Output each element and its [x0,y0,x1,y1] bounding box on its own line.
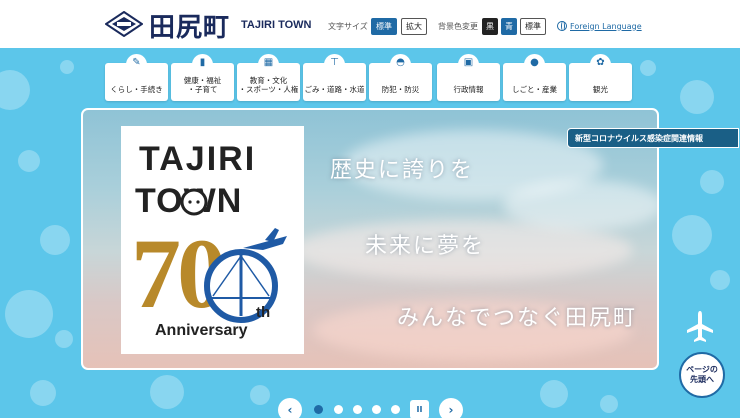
pencil-icon: ✎ [132,57,141,68]
slogan-line-3: みんなでつなぐ田尻町 [397,306,638,331]
nav-item-safety[interactable]: ◓ 防犯・防災 [369,54,432,101]
slogan-line-2: 未来に夢を [365,234,486,259]
font-size-standard-button[interactable]: 標準 [371,18,397,35]
slider-dot-2[interactable] [334,405,343,414]
color-black-button[interactable]: 黒 [482,18,498,35]
nav-item-label: 防犯・防災 [381,85,420,95]
site-header: 田尻町 TAJIRI TOWN 文字サイズ 標準 拡大 背景色変更 黒 青 標準… [0,0,740,48]
town-emblem-icon[interactable] [105,11,143,37]
apple-icon: ● [530,57,539,68]
logo-th-text: th [256,304,271,321]
helmet-icon: ◓ [396,57,405,68]
globe-icon [557,21,567,31]
slider-prev-button[interactable]: ‹ [278,398,302,418]
nav-item-label: 観光 [593,85,608,95]
covid-info-link[interactable]: 新型コロナウイルス感染症関連情報 [567,128,739,148]
site-logo-english[interactable]: TAJIRI TOWN [241,19,311,31]
nav-item-health[interactable]: ▮ 健康・福祉 ・子育て [171,54,234,101]
nav-item-tourism[interactable]: ✿ 観光 [569,54,632,101]
nav-item-label: 教育・文化 ・スポーツ・人権 [238,75,299,95]
mascot-face-icon [180,188,208,216]
nav-item-living[interactable]: ✎ くらし・手続き [105,54,168,101]
nav-item-label: しごと・産業 [512,85,557,95]
faucet-icon: ⊤ [330,57,339,68]
nav-item-industry[interactable]: ● しごと・産業 [503,54,566,101]
back-to-top-button[interactable]: ページの 先頭へ [679,352,725,398]
color-blue-button[interactable]: 青 [501,18,517,35]
font-size-large-button[interactable]: 拡大 [401,18,427,35]
slogan-line-1: 歴史に誇りを [330,158,475,183]
color-change-label: 背景色変更 [438,22,478,31]
bottle-icon: ▮ [199,57,206,68]
slider-dot-5[interactable] [391,405,400,414]
flower-icon: ✿ [596,57,605,68]
slider-next-button[interactable]: › [439,398,463,418]
color-standard-button[interactable]: 標準 [520,18,546,35]
nav-item-administration[interactable]: ▣ 行政情報 [437,54,500,101]
school-icon: ▦ [263,57,274,68]
nav-item-label: 行政情報 [453,85,484,95]
slider-pause-button[interactable]: II [410,400,429,418]
logo-tajiri-text: TAJIRI [139,140,257,178]
nav-item-label: くらし・手続き [110,85,163,95]
nav-item-infrastructure[interactable]: ⊤ ごみ・道路・水道 [303,54,366,101]
nav-item-education[interactable]: ▦ 教育・文化 ・スポーツ・人権 [237,54,300,101]
anniversary-logo: TAJIRI TOWN 70 th Anniversary [121,126,304,354]
font-size-label: 文字サイズ [328,22,368,31]
foreign-language-label: Foreign Language [570,21,642,31]
bridge-plane-icon [204,228,287,323]
foreign-language-link[interactable]: Foreign Language [557,21,642,31]
slider-dot-3[interactable] [353,405,362,414]
slider-dot-1[interactable] [314,405,323,414]
site-logo-japanese[interactable]: 田尻町 [149,7,230,44]
slider-dot-4[interactable] [372,405,381,414]
nav-item-label: 健康・福祉 ・子育て [183,75,222,95]
briefcase-icon: ▣ [463,57,474,68]
logo-anniversary-text: Anniversary [155,322,248,339]
airplane-icon [687,311,713,342]
nav-item-label: ごみ・道路・水道 [304,85,365,95]
